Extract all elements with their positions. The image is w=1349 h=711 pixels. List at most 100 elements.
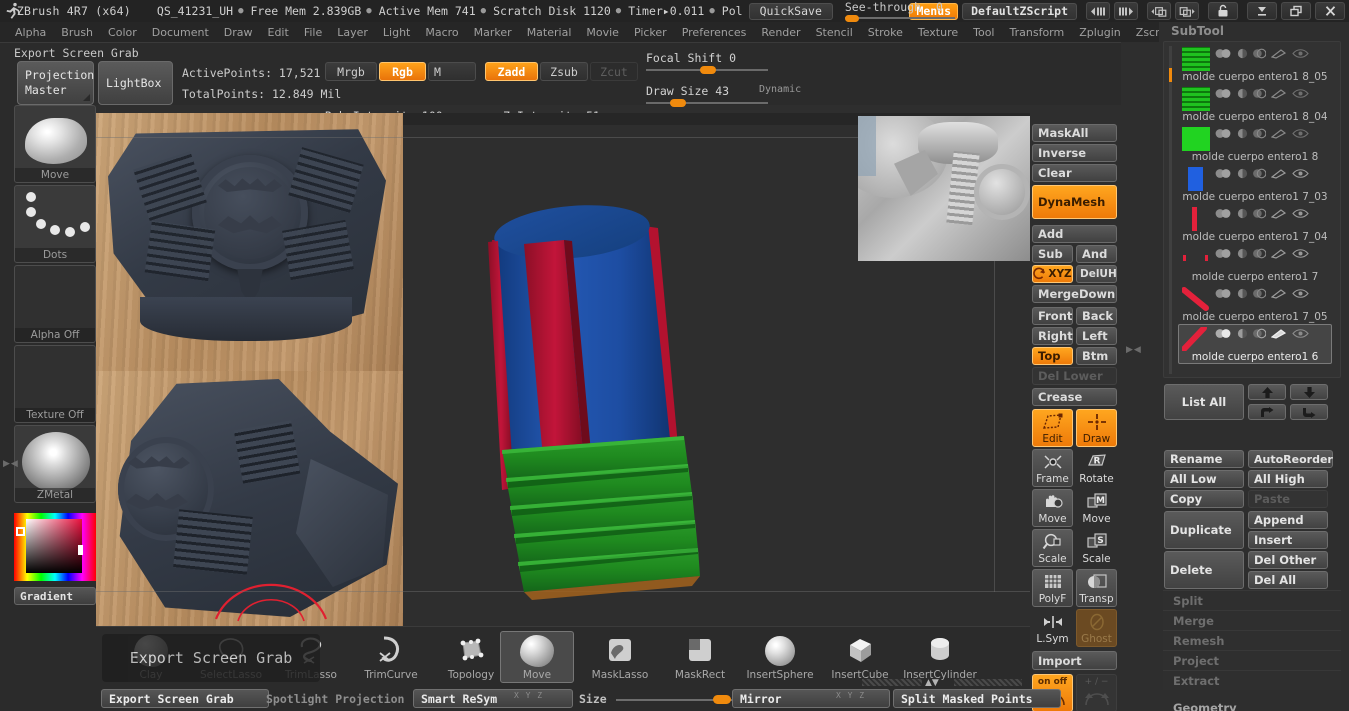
frame-button[interactable]: Frame: [1032, 449, 1073, 487]
move-to-bottom-button[interactable]: [1290, 404, 1328, 420]
visibility-toggle-icon[interactable]: [1215, 248, 1232, 259]
delete-button[interactable]: Delete: [1164, 551, 1244, 589]
inverse-button[interactable]: Inverse: [1032, 144, 1117, 162]
color-picker-marker-left-icon[interactable]: [16, 527, 25, 536]
transparency-icon[interactable]: [1253, 88, 1266, 99]
visibility-toggle-icon[interactable]: [1215, 48, 1232, 59]
rename-button[interactable]: Rename: [1164, 450, 1244, 468]
color-picker[interactable]: [14, 513, 96, 581]
rotate-button[interactable]: R Rotate: [1076, 449, 1117, 487]
lock-icon[interactable]: [1208, 2, 1238, 20]
sculpt-brush-icon[interactable]: [1271, 208, 1287, 219]
menu-tool[interactable]: Tool: [966, 24, 1001, 41]
subtool-row[interactable]: molde cuerpo entero1 7_05: [1178, 284, 1332, 324]
m-button[interactable]: M: [428, 62, 476, 81]
brush-insertcylinder[interactable]: InsertCylinder: [900, 631, 980, 683]
quicksave-button[interactable]: QuickSave: [748, 2, 833, 20]
sculpt-brush-icon[interactable]: [1271, 168, 1287, 179]
append-button[interactable]: Append: [1248, 511, 1328, 529]
current-material-swatch[interactable]: ZMetal: [14, 425, 96, 503]
back-view-button[interactable]: Back: [1076, 307, 1117, 325]
move-hand-button[interactable]: Move: [1032, 489, 1073, 527]
cylinder-model[interactable]: [296, 148, 856, 618]
move-down-button[interactable]: [1290, 384, 1328, 400]
menu-stencil[interactable]: Stencil: [809, 24, 860, 41]
transparency-icon[interactable]: [1253, 48, 1266, 59]
menu-macro[interactable]: Macro: [418, 24, 465, 41]
eye-icon[interactable]: [1292, 328, 1309, 339]
copy-button[interactable]: Copy: [1164, 490, 1244, 508]
subtool-scrollbar-thumb[interactable]: [1169, 68, 1172, 82]
menu-file[interactable]: File: [297, 24, 329, 41]
menu-color[interactable]: Color: [101, 24, 144, 41]
polypaint-icon[interactable]: [1237, 168, 1248, 179]
eye-icon[interactable]: [1292, 288, 1309, 299]
spotlight-projection-button[interactable]: Spotlight Projection: [266, 692, 404, 706]
close-icon[interactable]: [1315, 2, 1345, 20]
scale-s-button[interactable]: S Scale: [1076, 529, 1117, 567]
polypaint-icon[interactable]: [1237, 128, 1248, 139]
menu-texture[interactable]: Texture: [911, 24, 965, 41]
polypaint-icon[interactable]: [1237, 288, 1248, 299]
minimize-icon[interactable]: [1247, 2, 1277, 20]
subtool-icon-group[interactable]: [1215, 48, 1309, 59]
zsub-button[interactable]: Zsub: [540, 62, 588, 81]
menu-preferences[interactable]: Preferences: [675, 24, 754, 41]
brush-insertcube[interactable]: InsertCube: [820, 631, 900, 683]
sculpt-brush-icon[interactable]: [1271, 328, 1287, 339]
default-zscript-button[interactable]: DefaultZScript: [962, 2, 1077, 20]
eye-icon[interactable]: [1292, 88, 1309, 99]
xyz-button[interactable]: XYZ: [1032, 265, 1073, 283]
move-m-button[interactable]: M Move: [1076, 489, 1117, 527]
move-up-button[interactable]: [1248, 384, 1286, 400]
paste-button[interactable]: Paste: [1248, 490, 1328, 508]
focal-shift-knob[interactable]: [700, 66, 716, 74]
menu-alpha[interactable]: Alpha: [8, 24, 53, 41]
subtool-row[interactable]: molde cuerpo entero1 8: [1178, 124, 1332, 164]
subtool-row[interactable]: molde cuerpo entero1 8_05: [1178, 44, 1332, 84]
plusminus-gauge-button[interactable]: + / −: [1076, 674, 1117, 711]
move-to-top-button[interactable]: [1248, 404, 1286, 420]
transp-button[interactable]: Transp: [1076, 569, 1117, 607]
visibility-toggle-icon[interactable]: [1215, 288, 1232, 299]
menu-zplugin[interactable]: Zplugin: [1072, 24, 1128, 41]
sub-button[interactable]: Sub: [1032, 245, 1073, 263]
model-viewport[interactable]: [296, 148, 856, 618]
sculpt-brush-icon[interactable]: [1271, 48, 1287, 59]
polypaint-icon[interactable]: [1237, 48, 1248, 59]
eye-icon[interactable]: [1292, 48, 1309, 59]
rgb-button[interactable]: Rgb: [379, 62, 426, 81]
merge-section[interactable]: Merge: [1163, 610, 1341, 630]
sculpt-brush-icon[interactable]: [1271, 128, 1287, 139]
split-section[interactable]: Split: [1163, 590, 1341, 610]
scroll-menus-right-icon[interactable]: [1114, 2, 1138, 20]
menu-render[interactable]: Render: [754, 24, 807, 41]
menu-draw[interactable]: Draw: [217, 24, 260, 41]
menu-stroke[interactable]: Stroke: [861, 24, 910, 41]
menu-picker[interactable]: Picker: [627, 24, 674, 41]
subtool-icon-group[interactable]: [1215, 208, 1309, 219]
right-toolbar-expand-icon[interactable]: ▶◀: [1126, 346, 1141, 355]
del-other-button[interactable]: Del Other: [1248, 551, 1328, 569]
brush-insertsphere[interactable]: InsertSphere: [740, 631, 820, 683]
eye-icon[interactable]: [1292, 168, 1309, 179]
brush-topology[interactable]: Topology: [431, 631, 511, 683]
subtool-icon-group[interactable]: [1215, 128, 1309, 139]
local-symmetry-button[interactable]: L.Sym: [1032, 609, 1073, 647]
see-through-slider[interactable]: See-through 0: [844, 0, 955, 22]
btm-view-button[interactable]: Btm: [1076, 347, 1117, 365]
visibility-toggle-icon[interactable]: [1215, 88, 1232, 99]
mergedown-button[interactable]: MergeDown: [1032, 285, 1117, 303]
document-canvas[interactable]: ASDivision: [96, 113, 1030, 626]
menu-movie[interactable]: Movie: [579, 24, 626, 41]
color-picker-field[interactable]: [26, 519, 82, 573]
transparency-icon[interactable]: [1253, 248, 1266, 259]
deluh-button[interactable]: DelUH: [1076, 265, 1117, 283]
maskall-button[interactable]: MaskAll: [1032, 124, 1117, 142]
right-view-button[interactable]: Right: [1032, 327, 1073, 345]
shelf-scroll-left[interactable]: [862, 679, 922, 686]
brush-move[interactable]: Move: [500, 631, 574, 683]
left-tray-expand-icon[interactable]: ▶◀: [3, 460, 18, 469]
menu-marker[interactable]: Marker: [467, 24, 519, 41]
front-view-button[interactable]: Front: [1032, 307, 1073, 325]
